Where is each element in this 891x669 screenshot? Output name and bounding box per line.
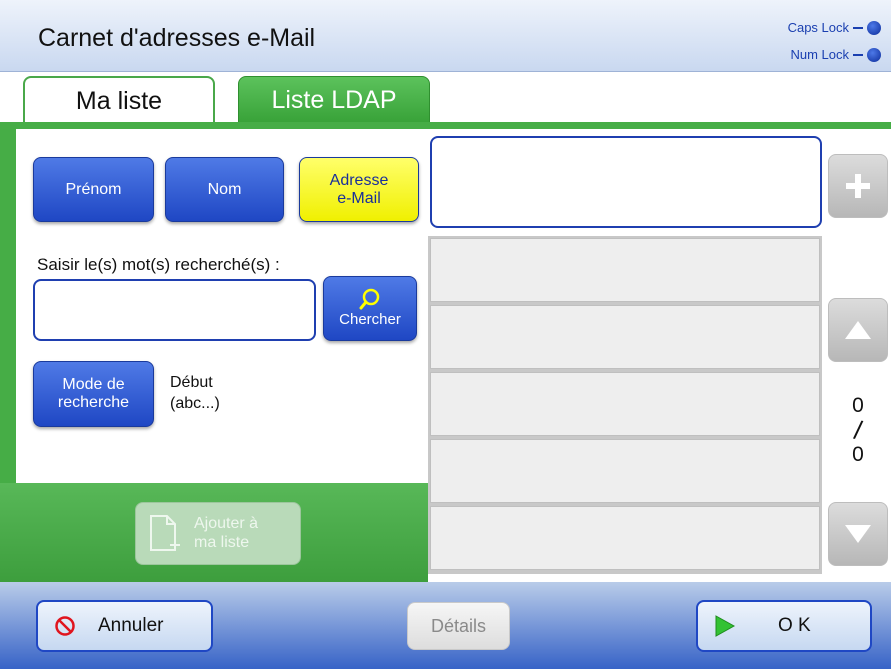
details-button[interactable]: Détails bbox=[407, 602, 510, 650]
add-to-my-list-button[interactable]: Ajouter à ma liste bbox=[135, 502, 301, 565]
scroll-down-button[interactable] bbox=[828, 502, 888, 566]
caps-lock-indicator: Caps Lock bbox=[788, 20, 881, 35]
plus-icon bbox=[844, 172, 872, 200]
list-item[interactable] bbox=[430, 439, 820, 503]
list-item[interactable] bbox=[430, 305, 820, 369]
scroll-up-button[interactable] bbox=[828, 298, 888, 362]
page-total: 0 bbox=[852, 443, 864, 467]
magnifier-icon bbox=[357, 288, 383, 310]
tab-label: Liste LDAP bbox=[271, 85, 397, 114]
tab-liste-ldap[interactable]: Liste LDAP bbox=[238, 76, 430, 124]
search-button[interactable]: Chercher bbox=[323, 276, 417, 341]
tab-label: Ma liste bbox=[75, 86, 163, 115]
caps-lock-led-icon bbox=[867, 20, 881, 35]
selected-email-field[interactable] bbox=[430, 136, 822, 228]
tab-ma-liste[interactable]: Ma liste bbox=[23, 76, 215, 124]
search-input[interactable] bbox=[33, 279, 316, 341]
page-counter: 0 / 0 bbox=[851, 394, 865, 467]
filter-email-button[interactable]: Adresse e-Mail bbox=[299, 157, 419, 222]
ok-button[interactable]: O K bbox=[696, 600, 872, 652]
play-arrow-icon bbox=[714, 614, 736, 638]
add-document-icon bbox=[148, 514, 182, 554]
search-mode-button[interactable]: Mode de recherche bbox=[33, 361, 154, 427]
num-lock-indicator: Num Lock bbox=[790, 47, 881, 62]
list-item[interactable] bbox=[430, 506, 820, 570]
filter-first-name-button[interactable]: Prénom bbox=[33, 157, 154, 222]
num-lock-label: Num Lock bbox=[790, 47, 849, 62]
prohibited-icon bbox=[54, 615, 76, 637]
triangle-up-icon bbox=[843, 319, 873, 341]
filter-last-name-button[interactable]: Nom bbox=[165, 157, 284, 222]
list-item[interactable] bbox=[430, 372, 820, 436]
list-item[interactable] bbox=[430, 238, 820, 302]
add-button[interactable] bbox=[828, 154, 888, 218]
search-label: Saisir le(s) mot(s) recherché(s) : bbox=[37, 255, 280, 274]
caps-lock-label: Caps Lock bbox=[787, 20, 849, 35]
search-mode-value: Début (abc...) bbox=[170, 374, 220, 412]
triangle-down-icon bbox=[843, 523, 873, 545]
app-header: Carnet d'adresses e-Mail Caps Lock Num L… bbox=[0, 0, 891, 72]
num-lock-led-icon bbox=[867, 47, 881, 62]
page-title: Carnet d'adresses e-Mail bbox=[38, 24, 316, 52]
page-current: 0 bbox=[852, 394, 864, 417]
cancel-button[interactable]: Annuler bbox=[36, 600, 213, 652]
